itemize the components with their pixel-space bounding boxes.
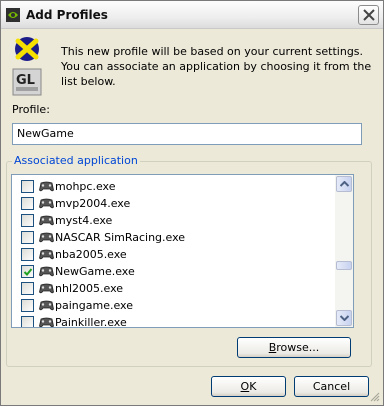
- profile-name-input[interactable]: NewGame: [12, 123, 362, 145]
- list-item[interactable]: mohpc.exe: [12, 178, 334, 195]
- application-checkbox[interactable]: [21, 180, 34, 193]
- list-item-label: nhl2005.exe: [55, 282, 124, 295]
- intro-text: This new profile will be based on your c…: [61, 45, 372, 88]
- list-item[interactable]: nba2005.exe: [12, 246, 334, 263]
- cancel-button[interactable]: Cancel: [294, 376, 369, 397]
- browse-button[interactable]: Browse...: [237, 337, 351, 358]
- application-list[interactable]: mohpc.exe mvp2004.exe myst4.exe NASCAR SimR…: [11, 174, 354, 328]
- ok-button-label: K: [249, 380, 257, 393]
- list-item-label: paingame.exe: [55, 299, 133, 312]
- scroll-up-button[interactable]: [336, 176, 352, 192]
- application-checkbox[interactable]: [21, 248, 34, 261]
- gamepad-icon: [39, 198, 54, 209]
- gamepad-icon: [39, 317, 54, 327]
- chevron-down-icon: [340, 315, 349, 321]
- gl-icon: GL: [12, 37, 42, 96]
- nvidia-logo-icon: [6, 8, 20, 22]
- list-item[interactable]: mvp2004.exe: [12, 195, 334, 212]
- chevron-up-icon: [340, 181, 349, 187]
- list-item-label: mvp2004.exe: [55, 197, 131, 210]
- title-bar[interactable]: Add Profiles: [1, 1, 383, 29]
- list-item[interactable]: myst4.exe: [12, 212, 334, 229]
- checkmark-icon: [23, 268, 33, 276]
- list-item[interactable]: nhl2005.exe: [12, 280, 334, 297]
- application-checkbox[interactable]: [21, 214, 34, 227]
- application-checkbox[interactable]: [21, 316, 34, 327]
- list-item[interactable]: NewGame.exe: [12, 263, 334, 280]
- list-item-label: NASCAR SimRacing.exe: [55, 231, 186, 244]
- gamepad-icon: [39, 232, 54, 243]
- resize-grip-icon[interactable]: [369, 391, 380, 402]
- list-item[interactable]: NASCAR SimRacing.exe: [12, 229, 334, 246]
- list-item-label: NewGame.exe: [55, 265, 135, 278]
- ok-button[interactable]: OK: [211, 376, 286, 397]
- gamepad-icon: [39, 215, 54, 226]
- close-icon: [363, 9, 375, 21]
- list-item-label: Painkiller.exe: [55, 316, 127, 328]
- gamepad-icon: [39, 300, 54, 311]
- gamepad-icon: [39, 266, 54, 277]
- gamepad-icon: [39, 181, 54, 192]
- add-profiles-dialog: Add Profiles GL This new profile will be…: [0, 0, 384, 406]
- application-checkbox[interactable]: [21, 265, 34, 278]
- list-item[interactable]: paingame.exe: [12, 297, 334, 314]
- application-checkbox[interactable]: [21, 197, 34, 210]
- list-item[interactable]: Painkiller.exe: [12, 314, 334, 328]
- application-checkbox[interactable]: [21, 231, 34, 244]
- browse-button-label: rowse...: [276, 341, 320, 354]
- list-item-label: myst4.exe: [55, 214, 113, 227]
- list-item-label: mohpc.exe: [55, 180, 116, 193]
- application-checkbox[interactable]: [21, 299, 34, 312]
- application-checkbox[interactable]: [21, 282, 34, 295]
- list-scrollbar[interactable]: [335, 175, 353, 327]
- list-item-label: nba2005.exe: [55, 248, 127, 261]
- profile-label: Profile:: [12, 103, 50, 116]
- svg-text:GL: GL: [16, 73, 35, 88]
- scroll-thumb[interactable]: [336, 261, 352, 270]
- scroll-down-button[interactable]: [336, 310, 352, 326]
- close-button[interactable]: [358, 5, 379, 25]
- gamepad-icon: [39, 249, 54, 260]
- gamepad-icon: [39, 283, 54, 294]
- window-title: Add Profiles: [26, 8, 108, 22]
- associated-application-legend: Associated application: [12, 154, 140, 167]
- ok-button-mnemonic: O: [240, 380, 250, 393]
